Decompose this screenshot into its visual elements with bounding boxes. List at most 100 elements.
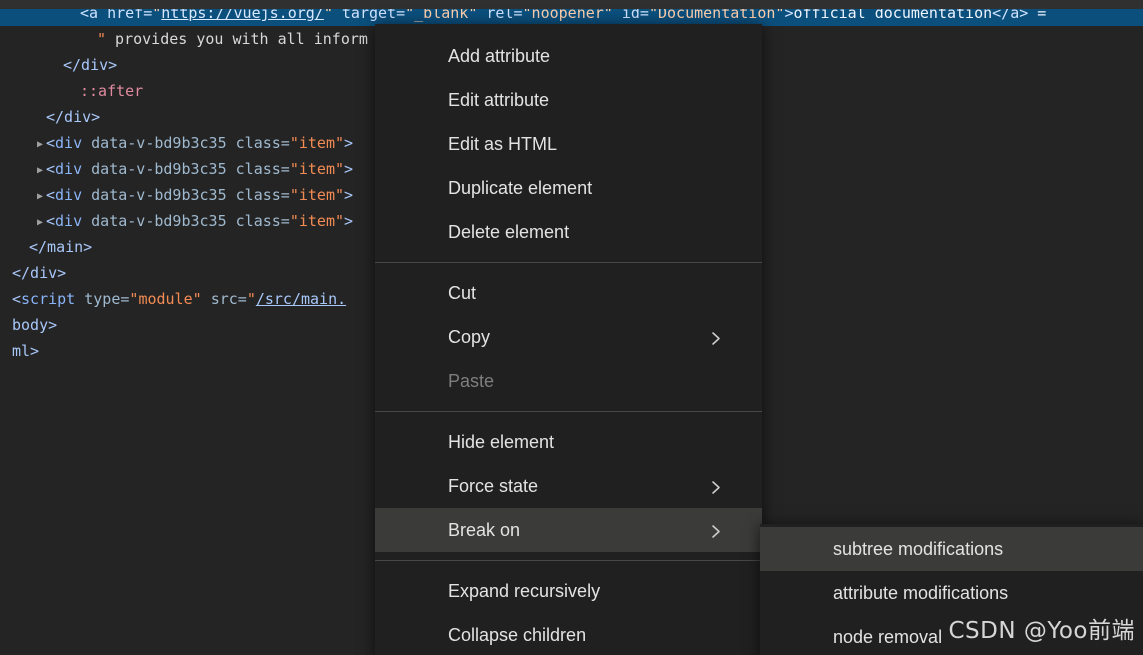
- dom-token-attr: class=: [235, 212, 290, 230]
- dom-token-punct: </div>: [63, 56, 118, 74]
- dom-token-punct: <: [46, 160, 56, 178]
- dom-token-link[interactable]: /src/main.: [256, 290, 346, 308]
- menu-item-label: Break on: [448, 519, 521, 540]
- menu-item-label: Copy: [448, 326, 491, 347]
- menu-item-force-state[interactable]: Force state: [375, 464, 762, 508]
- dom-token-str: ": [97, 30, 107, 48]
- dom-token-str: ": [289, 134, 299, 152]
- dom-token-str: ": [335, 160, 345, 178]
- dom-token-plain: [202, 290, 211, 308]
- submenu-item-attribute-modifications[interactable]: attribute modifications: [760, 571, 1143, 615]
- expand-triangle-icon[interactable]: ▶: [34, 210, 46, 236]
- chevron-right-icon: [711, 481, 722, 494]
- menu-item-duplicate-element[interactable]: Duplicate element: [375, 166, 762, 210]
- dom-token-punct: <: [46, 186, 56, 204]
- menu-item-hide-element[interactable]: Hide element: [375, 420, 762, 464]
- dom-token-attr: data-v-bd9b3c35: [91, 134, 227, 152]
- dom-token-str: ": [335, 134, 345, 152]
- menu-item-label: Expand recursively: [448, 580, 601, 601]
- menu-item-delete-element[interactable]: Delete element: [375, 210, 762, 254]
- dom-token-plain: provides you with all inform: [106, 30, 368, 48]
- expand-triangle-icon[interactable]: ▶: [34, 184, 46, 210]
- dom-token-attr: class=: [235, 186, 290, 204]
- dom-token-attr: src=: [210, 290, 247, 308]
- dom-token-plain: [227, 160, 236, 178]
- dom-token-tag: div: [55, 160, 83, 178]
- dom-token-punct: ml>: [12, 342, 40, 360]
- dom-token-str: ": [289, 186, 299, 204]
- dom-token-attr: class=: [235, 160, 290, 178]
- menu-item-label: Collapse children: [448, 624, 587, 645]
- menu-item-edit-as-html[interactable]: Edit as HTML: [375, 122, 762, 166]
- break-on-submenu[interactable]: subtree modifications attribute modificat…: [760, 524, 1143, 655]
- dom-token-val: item: [298, 186, 335, 204]
- menu-item-break-on[interactable]: Break on: [375, 508, 762, 552]
- dom-token-punct: >: [344, 134, 354, 152]
- dom-token-pseudo: ::after: [80, 82, 144, 100]
- dom-token-str: ": [335, 212, 345, 230]
- dom-token-plain: [82, 186, 91, 204]
- dom-token-plain: [82, 212, 91, 230]
- menu-separator: [375, 411, 762, 412]
- menu-separator: [375, 262, 762, 263]
- menu-item-copy[interactable]: Copy: [375, 315, 762, 359]
- menu-item-paste: Paste: [375, 359, 762, 403]
- expand-triangle-icon[interactable]: ▶: [34, 132, 46, 158]
- menu-item-collapse-children[interactable]: Collapse children: [375, 613, 762, 655]
- menu-item-label: Edit as HTML: [448, 133, 558, 154]
- menu-separator: [375, 560, 762, 561]
- devtools-screenshot: <a href="https://vuejs.org/" target="_bl…: [0, 0, 1143, 655]
- dom-token-plain: [75, 290, 84, 308]
- submenu-item-node-removal[interactable]: node removal: [760, 615, 1143, 655]
- element-context-menu[interactable]: Add attribute Edit attribute Edit as HTML D…: [375, 24, 762, 655]
- dom-token-plain: [227, 212, 236, 230]
- menu-item-label: Delete element: [448, 221, 570, 242]
- menu-item-edit-attribute[interactable]: Edit attribute: [375, 78, 762, 122]
- menu-item-label: Force state: [448, 475, 539, 496]
- dom-token-attr: type=: [84, 290, 130, 308]
- dom-token-str: ": [246, 290, 256, 308]
- dom-token-str: ": [192, 290, 202, 308]
- dom-token-val: module: [138, 290, 193, 308]
- menu-item-label: Add attribute: [448, 45, 551, 66]
- dom-token-plain: [227, 186, 236, 204]
- panel-top-strip: [0, 0, 1143, 9]
- menu-item-add-attribute[interactable]: Add attribute: [375, 34, 762, 78]
- dom-token-str: ": [289, 212, 299, 230]
- chevron-right-icon: [711, 332, 722, 345]
- chevron-right-icon: [711, 525, 722, 538]
- menu-item-expand-recursively[interactable]: Expand recursively: [375, 569, 762, 613]
- dom-token-str: ": [289, 160, 299, 178]
- dom-token-punct: >: [344, 212, 354, 230]
- expand-triangle-icon[interactable]: ▶: [34, 158, 46, 184]
- submenu-item-label: attribute modifications: [833, 582, 1009, 603]
- dom-token-punct: <: [46, 212, 56, 230]
- dom-token-tag: div: [55, 212, 83, 230]
- dom-token-punct: </div>: [46, 108, 101, 126]
- submenu-item-subtree-modifications[interactable]: subtree modifications: [760, 527, 1143, 571]
- menu-item-label: Cut: [448, 282, 477, 303]
- dom-token-val: item: [298, 134, 335, 152]
- menu-item-label: Edit attribute: [448, 89, 550, 110]
- menu-item-label: Duplicate element: [448, 177, 593, 198]
- dom-token-plain: [227, 134, 236, 152]
- dom-token-tag: div: [55, 134, 83, 152]
- menu-item-label: Hide element: [448, 431, 555, 452]
- dom-token-punct: <: [46, 134, 56, 152]
- dom-token-punct: </div>: [12, 264, 67, 282]
- dom-token-str: ": [335, 186, 345, 204]
- dom-token-punct: </main>: [29, 238, 93, 256]
- dom-token-punct: >: [344, 186, 354, 204]
- dom-token-tag: script: [21, 290, 76, 308]
- menu-item-cut[interactable]: Cut: [375, 271, 762, 315]
- dom-token-val: item: [298, 160, 335, 178]
